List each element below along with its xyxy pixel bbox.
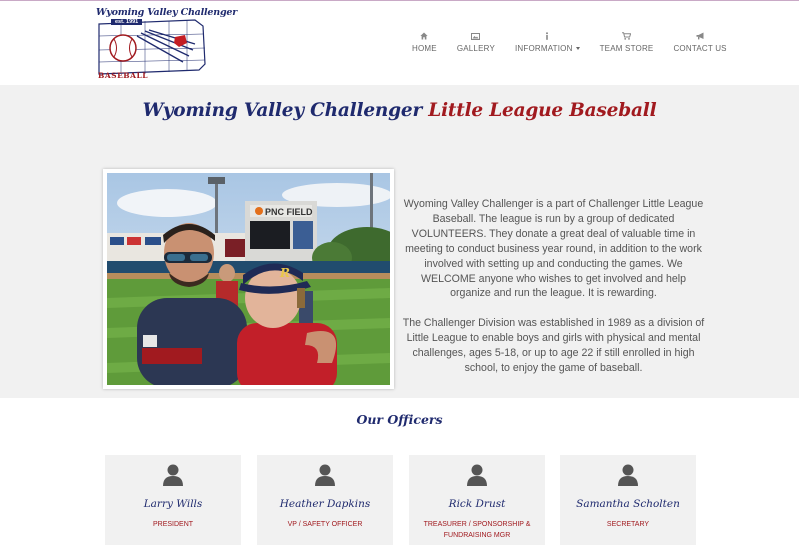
nav-home[interactable]: HOME <box>402 28 447 68</box>
officers-heading: Our Officers <box>356 412 443 427</box>
person-icon <box>467 464 487 486</box>
person-icon <box>163 464 183 486</box>
officer-card: Samantha Scholten SECRETARY <box>560 455 696 545</box>
nav-contact-us-label: CONTACT US <box>673 44 727 53</box>
team-photo-frame: PNC FIELD R <box>103 169 394 389</box>
officer-role: SECRETARY <box>606 521 650 528</box>
nav-team-store[interactable]: TEAM STORE <box>590 28 664 68</box>
team-photo: PNC FIELD R <box>107 173 390 385</box>
nav-team-store-label: TEAM STORE <box>599 44 654 53</box>
home-icon <box>420 28 429 40</box>
nav-information[interactable]: INFORMATION <box>505 28 590 68</box>
person-icon <box>618 464 638 486</box>
officer-name: Rick Drust <box>448 498 506 510</box>
nav-information-label: INFORMATION <box>515 44 580 53</box>
officer-card: Rick Drust TREASURER / SPONSORSHIP & FUN… <box>409 455 545 545</box>
logo-title: Wyoming Valley Challenger <box>96 7 238 18</box>
bullhorn-icon <box>696 28 705 40</box>
page-title-part2: Little League Baseball <box>428 100 657 121</box>
site-header: Wyoming Valley Challenger est. 1991 BASE… <box>0 1 799 85</box>
page-title: Wyoming Valley Challenger Little League … <box>0 100 799 121</box>
officer-name: Heather Dapkins <box>279 498 371 510</box>
nav-gallery[interactable]: GALLERY <box>447 28 505 68</box>
logo-est-badge: est. 1991 <box>111 19 143 25</box>
officer-card: Heather Dapkins VP / SAFETY OFFICER <box>257 455 393 545</box>
chevron-down-icon <box>575 47 580 51</box>
nav-home-label: HOME <box>412 44 437 53</box>
officer-name: Larry Wills <box>143 498 203 510</box>
info-icon <box>545 28 549 40</box>
intro-text: Wyoming Valley Challenger is a part of C… <box>401 197 706 391</box>
officer-name: Samantha Scholten <box>576 498 680 510</box>
officer-role: VP / SAFETY OFFICER <box>287 521 363 528</box>
officer-card: Larry Wills PRESIDENT <box>105 455 241 545</box>
officer-role: PRESIDENT <box>152 521 194 528</box>
svg-text:R: R <box>279 266 290 280</box>
main-nav: HOME GALLERY INFORMATION TEAM STORE CONT… <box>402 28 737 68</box>
person-icon <box>315 464 335 486</box>
officer-role: TREASURER / SPONSORSHIP & FUNDRAISING MG… <box>423 521 531 539</box>
intro-paragraph-2: The Challenger Division was established … <box>402 317 705 375</box>
nav-gallery-label: GALLERY <box>456 44 495 53</box>
photo-sign-text: PNC FIELD <box>265 207 313 217</box>
image-icon <box>471 28 481 40</box>
logo-subtitle: BASEBALL <box>98 71 148 80</box>
nav-contact-us[interactable]: CONTACT US <box>663 28 736 68</box>
nav-information-text: INFORMATION <box>514 44 573 53</box>
page-title-part1: Wyoming Valley Challenger <box>142 100 423 121</box>
cart-icon <box>622 28 632 40</box>
team-photo-image: PNC FIELD R <box>107 173 390 385</box>
intro-paragraph-1: Wyoming Valley Challenger is a part of C… <box>403 198 704 300</box>
site-logo[interactable]: Wyoming Valley Challenger est. 1991 BASE… <box>95 6 237 82</box>
